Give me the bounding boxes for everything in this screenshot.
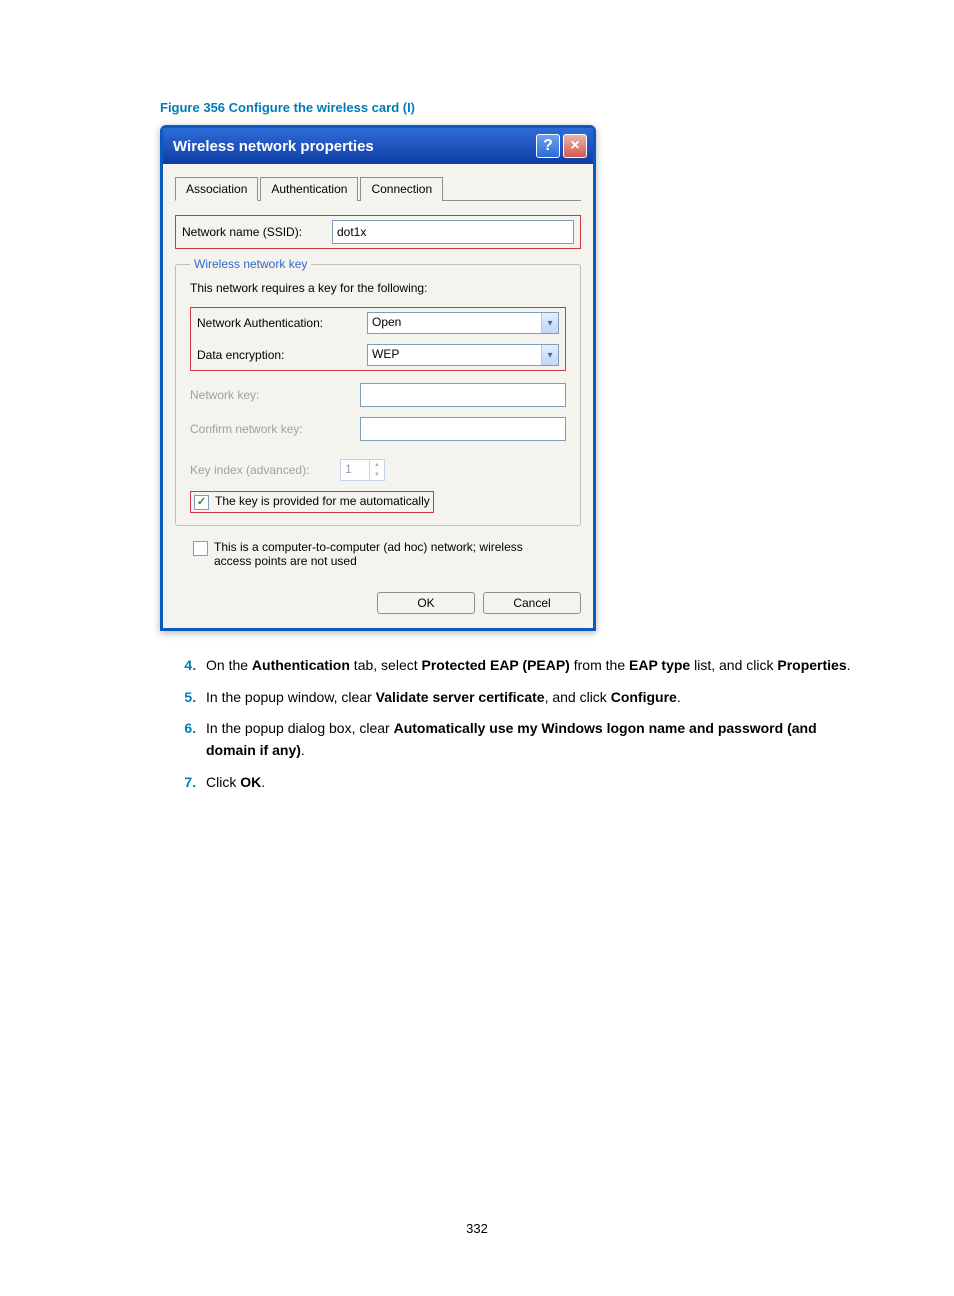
confirm-label: Confirm network key: <box>190 422 360 436</box>
tabs: Association Authentication Connection <box>175 176 581 201</box>
chevron-down-icon: ▾ <box>541 345 558 365</box>
auth-value: Open <box>368 313 541 333</box>
help-button[interactable]: ? <box>536 134 560 158</box>
auth-enc-highlight: Network Authentication: Open ▾ Data encr… <box>190 307 566 371</box>
titlebar: Wireless network properties ? × <box>163 128 593 164</box>
tab-authentication[interactable]: Authentication <box>260 177 358 201</box>
auth-label: Network Authentication: <box>197 316 367 330</box>
tab-association[interactable]: Association <box>175 177 258 201</box>
dialog-title: Wireless network properties <box>173 138 374 155</box>
group-legend: Wireless network key <box>190 257 311 271</box>
step-4: On the Authentication tab, select Protec… <box>200 655 864 677</box>
step-7: Click OK. <box>200 772 864 794</box>
chevron-down-icon: ▾ <box>541 313 558 333</box>
step-6: In the popup dialog box, clear Automatic… <box>200 718 864 761</box>
adhoc-row: This is a computer-to-computer (ad hoc) … <box>193 540 581 568</box>
ssid-highlight: Network name (SSID): <box>175 215 581 249</box>
ssid-input[interactable] <box>332 220 574 244</box>
dialog-body: Association Authentication Connection Ne… <box>163 164 593 628</box>
enc-label: Data encryption: <box>197 348 367 362</box>
group-text: This network requires a key for the foll… <box>190 281 566 295</box>
adhoc-checkbox[interactable] <box>193 541 208 556</box>
ssid-label: Network name (SSID): <box>182 225 332 239</box>
cancel-button[interactable]: Cancel <box>483 592 581 614</box>
button-row: OK Cancel <box>175 586 581 614</box>
key-label: Network key: <box>190 388 360 402</box>
enc-select[interactable]: WEP ▾ <box>367 344 559 366</box>
enc-value: WEP <box>368 345 541 365</box>
wireless-properties-dialog: Wireless network properties ? × Associat… <box>160 125 596 631</box>
step-5: In the popup window, clear Validate serv… <box>200 687 864 709</box>
autokey-highlight: The key is provided for me automatically <box>190 491 434 513</box>
autokey-checkbox[interactable] <box>194 495 209 510</box>
auth-select[interactable]: Open ▾ <box>367 312 559 334</box>
confirm-input <box>360 417 566 441</box>
ok-button[interactable]: OK <box>377 592 475 614</box>
page-number: 332 <box>0 1221 954 1236</box>
keyindex-spinner: 1 ▲▼ <box>340 459 385 481</box>
wireless-key-group: Wireless network key This network requir… <box>175 257 581 526</box>
spinner-arrows: ▲▼ <box>369 460 384 480</box>
titlebar-buttons: ? × <box>536 134 587 158</box>
tab-connection[interactable]: Connection <box>360 177 443 201</box>
keyindex-value: 1 <box>341 460 369 480</box>
instruction-list: On the Authentication tab, select Protec… <box>160 655 864 793</box>
adhoc-label: This is a computer-to-computer (ad hoc) … <box>214 540 554 568</box>
key-input <box>360 383 566 407</box>
figure-caption: Figure 356 Configure the wireless card (… <box>160 100 864 115</box>
close-button[interactable]: × <box>563 134 587 158</box>
keyindex-label: Key index (advanced): <box>190 463 340 477</box>
autokey-label: The key is provided for me automatically <box>215 494 430 508</box>
